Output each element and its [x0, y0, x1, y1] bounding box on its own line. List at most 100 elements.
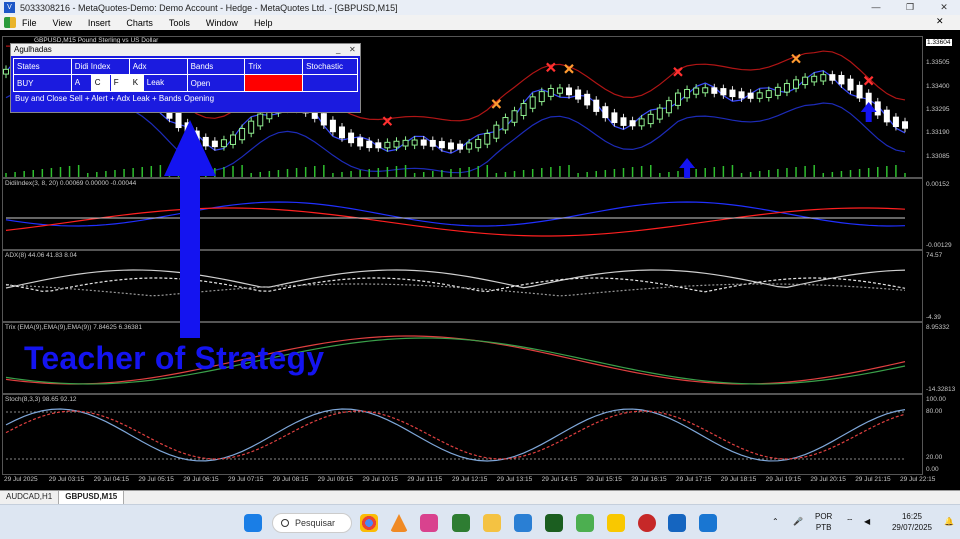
vlc-icon[interactable]: [390, 514, 408, 532]
time-tick: 29 Jul 18:15: [720, 476, 757, 483]
trix-min: -14.32813: [926, 386, 956, 393]
tab-gbpusd[interactable]: GBPUSD,M15: [59, 491, 125, 504]
header-didi: Didi Index: [70, 58, 130, 75]
candle-body: [738, 91, 745, 99]
candle-body: [693, 87, 700, 95]
menu-window[interactable]: Window: [206, 18, 238, 28]
agulhadas-panel[interactable]: Agulhadas _ ✕ States Didi Index Adx Band…: [10, 43, 361, 113]
adx-k: K: [129, 75, 144, 91]
menu-help[interactable]: Help: [254, 18, 273, 28]
candle-body: [783, 83, 790, 93]
candle-body: [720, 88, 727, 96]
app-icon[interactable]: [452, 514, 470, 532]
time-tick: 29 Jul 14:15: [541, 476, 578, 483]
panel-titlebar[interactable]: Agulhadas _ ✕: [11, 44, 360, 56]
microphone-icon[interactable]: 🎤: [793, 516, 803, 527]
menu-charts[interactable]: Charts: [126, 18, 153, 28]
candle-body: [820, 74, 827, 82]
time-tick: 29 Jul 22:15: [900, 476, 936, 483]
chrome-icon[interactable]: [360, 514, 378, 532]
adx-values: K Leak: [128, 74, 188, 92]
time-tick: 29 Jul 16:15: [631, 476, 667, 483]
trix-value: [244, 74, 304, 92]
language-indicator[interactable]: POR PTB: [815, 511, 832, 533]
notification-bell-icon[interactable]: 🔔: [944, 516, 954, 527]
panel-close-icon[interactable]: ✕: [349, 44, 356, 56]
candle-body: [338, 126, 345, 139]
header-adx: Adx: [128, 58, 188, 75]
panel-header-row: States Didi Index Adx Bands Trix Stochas…: [13, 58, 358, 75]
panel-minimize-icon[interactable]: _: [336, 44, 340, 56]
trix-label: Trix (EMA(9),EMA(9),EMA(9)) 7.84625 6.36…: [5, 324, 143, 331]
minimize-icon[interactable]: —: [862, 0, 890, 15]
menu-tools[interactable]: Tools: [169, 18, 190, 28]
candle-body: [838, 75, 845, 85]
header-states: States: [13, 58, 72, 75]
close-icon[interactable]: ✕: [930, 0, 958, 15]
app-icon[interactable]: [699, 514, 717, 532]
candle-body: [674, 92, 681, 106]
candle-body: [856, 84, 863, 99]
time-tick: 29 Jul 04:15: [93, 476, 130, 483]
state-value: BUY: [13, 74, 72, 92]
stoch-label: Stoch(8,3,3) 98.65 92.12: [5, 396, 77, 403]
wifi-icon[interactable]: ⌔: [846, 516, 854, 527]
store-icon[interactable]: [514, 514, 532, 532]
window-title: 5033308216 - MetaQuotes-Demo: Demo Accou…: [20, 2, 398, 13]
time-tick: 29 Jul 12:15: [452, 476, 488, 483]
candle-body: [475, 138, 482, 149]
candle-body: [892, 116, 899, 127]
candle-body: [484, 132, 491, 145]
lang-line2: PTB: [815, 523, 832, 532]
folder-icon[interactable]: [483, 514, 501, 532]
platform-logo-icon: [4, 17, 16, 28]
candle-body: [765, 90, 772, 99]
didi-a: A: [74, 78, 81, 87]
candle-body: [411, 139, 418, 146]
candle-body: [711, 87, 718, 94]
time-tick: 29 Jul 13:15: [496, 476, 533, 483]
menu-view[interactable]: View: [53, 18, 72, 28]
price-tick: 1.33400: [926, 83, 950, 90]
search-icon: [281, 519, 289, 527]
app-icon[interactable]: [607, 514, 625, 532]
app-icon[interactable]: [576, 514, 594, 532]
adx-label: ADX(8) 44.06 41.83 8.04: [5, 252, 77, 259]
clock[interactable]: 16:25 29/07/2025: [888, 511, 936, 533]
current-price-tag: 1.33604: [926, 39, 952, 46]
time-tick: 29 Jul 03:15: [48, 476, 85, 483]
menu-insert[interactable]: Insert: [88, 18, 111, 28]
candle-body: [348, 132, 355, 144]
tab-audcad[interactable]: AUDCAD,H1: [0, 491, 60, 504]
candle-body: [593, 99, 600, 112]
candle-body: [529, 96, 536, 109]
tray-chevron-icon[interactable]: ⌃: [772, 516, 779, 527]
chart-close-icon[interactable]: ✕: [936, 16, 944, 27]
candle-body: [802, 76, 809, 86]
recorder-icon[interactable]: [638, 514, 656, 532]
buy-arrow-icon: [860, 102, 877, 122]
time-axis: 29 Jul 2025 29 Jul 03:15 29 Jul 04:15 29 Ju…: [0, 476, 960, 488]
adx-minus-di-line: [5, 283, 906, 297]
stoch-level: 100.00: [926, 396, 946, 403]
restore-icon[interactable]: ❐: [896, 0, 924, 15]
candle-body: [702, 87, 709, 94]
candle-body: [511, 110, 518, 123]
windows-start-icon[interactable]: [244, 514, 262, 532]
metatrader-taskbar-icon[interactable]: [668, 514, 686, 532]
candle-body: [556, 87, 563, 94]
panel-footer: Buy and Close Sell + Alert + Adx Leak + …: [15, 94, 215, 103]
candle-body: [438, 141, 445, 149]
menu-file[interactable]: File: [22, 18, 37, 28]
didi-min: -0.00129: [926, 242, 952, 249]
time-tick: 29 Jul 15:15: [586, 476, 622, 483]
candle-body: [638, 118, 645, 127]
candle-body: [230, 134, 237, 145]
candle-body: [566, 87, 573, 96]
app-icon[interactable]: [545, 514, 563, 532]
candle-body: [538, 91, 545, 103]
stochastic-value: [302, 74, 358, 92]
volume-icon[interactable]: ◀: [864, 516, 870, 527]
app-icon[interactable]: [420, 514, 438, 532]
taskbar-search[interactable]: Pesquisar: [272, 513, 352, 533]
